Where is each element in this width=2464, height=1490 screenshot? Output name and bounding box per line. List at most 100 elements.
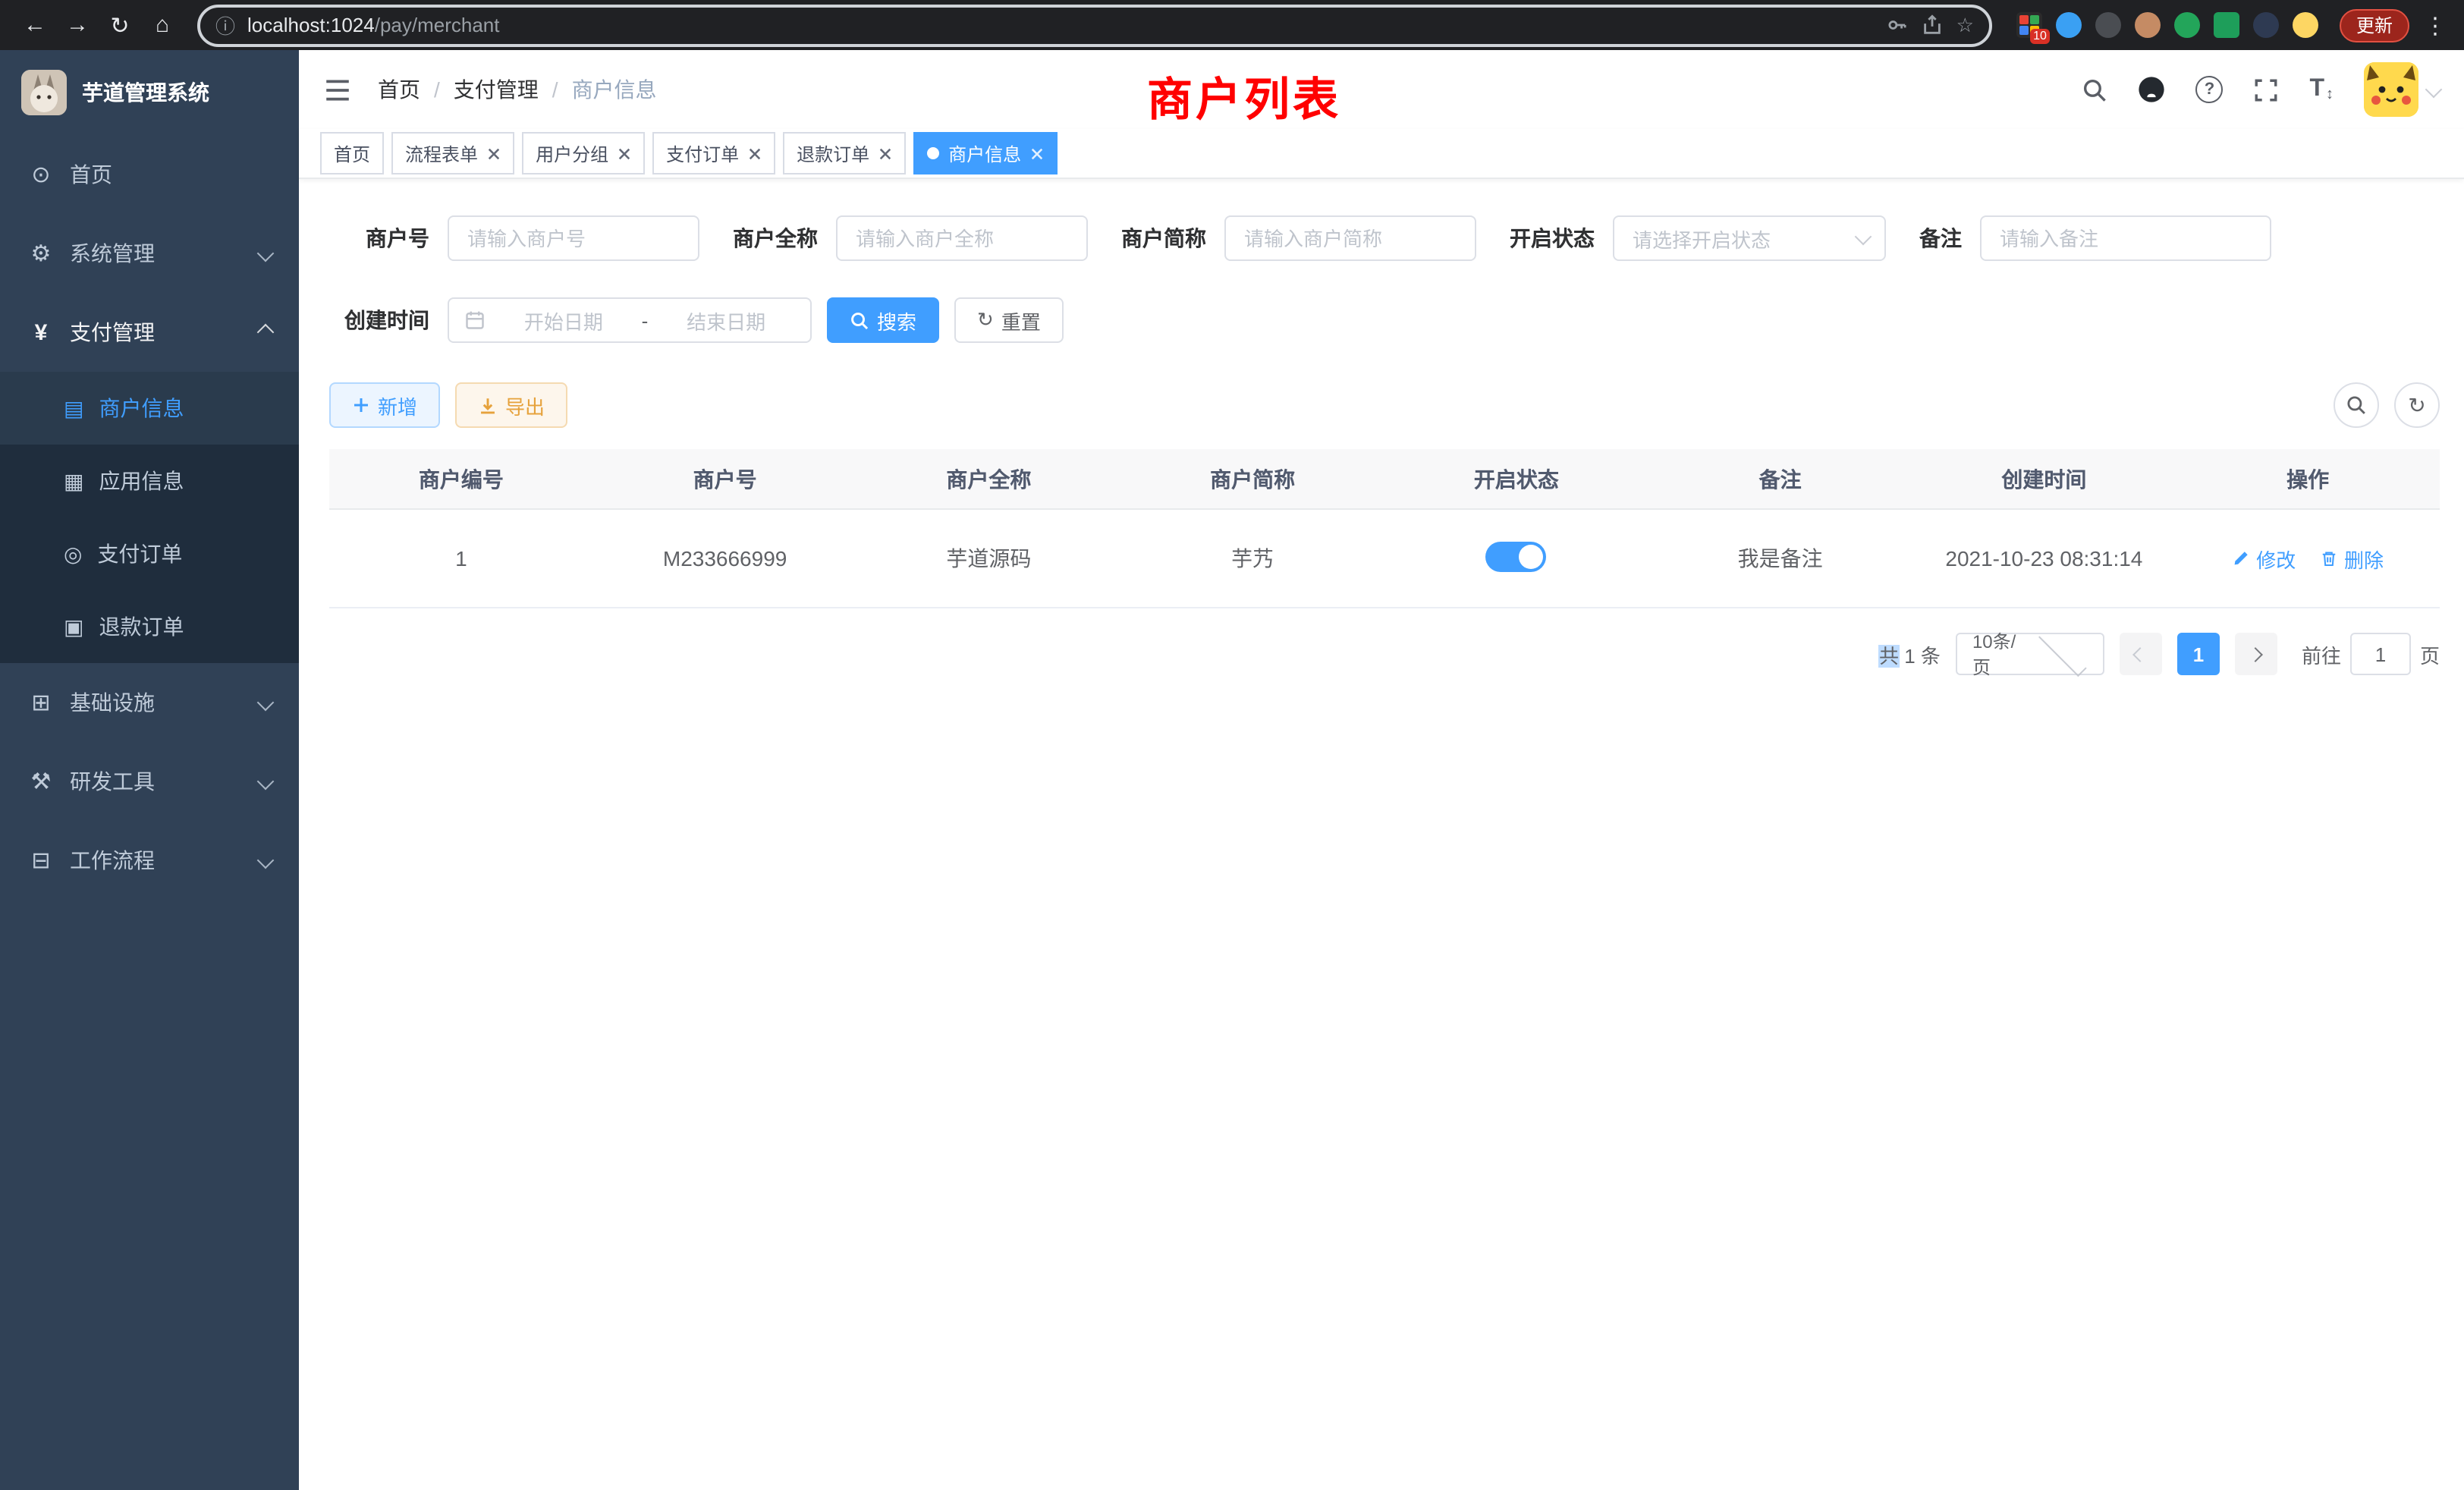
url-text[interactable]: localhost:1024/pay/merchant (247, 14, 499, 36)
extension-green-circle-icon[interactable] (2174, 12, 2200, 38)
close-tab-icon[interactable] (1030, 146, 1044, 160)
close-tab-icon[interactable] (748, 146, 762, 160)
delete-link[interactable]: 删除 (2320, 544, 2384, 573)
cell-short-name: 芋艿 (1120, 509, 1384, 608)
tab-merchant-info[interactable]: 商户信息 (913, 132, 1058, 174)
sidebar-item-merchant-info[interactable]: ▤ 商户信息 (0, 372, 299, 445)
logo[interactable]: 芋道管理系统 (0, 50, 299, 135)
merchant-short-input[interactable] (1224, 215, 1476, 261)
merchant-name-input[interactable] (836, 215, 1088, 261)
chevron-down-icon (2039, 628, 2087, 676)
col-merchant-id: 商户编号 (329, 449, 593, 509)
search-button[interactable]: 搜索 (827, 297, 939, 343)
tools-icon: ⚒ (27, 768, 55, 795)
next-page-button[interactable] (2235, 633, 2277, 675)
sidebar-item-pay-order[interactable]: ◎ 支付订单 (0, 517, 299, 590)
add-button[interactable]: 新增 (329, 382, 440, 428)
back-icon[interactable]: ← (15, 5, 55, 45)
extension-blue-icon[interactable] (2056, 12, 2082, 38)
filter-merchant-name: 商户全称 (733, 215, 1088, 261)
goto-label: 前往 (2302, 640, 2341, 668)
tab-pay-order[interactable]: 支付订单 (652, 132, 775, 174)
breadcrumb: 首页 / 支付管理 / 商户信息 (378, 74, 657, 105)
edit-link[interactable]: 修改 (2232, 544, 2296, 573)
page-number-1[interactable]: 1 (2177, 633, 2220, 675)
breadcrumb-separator: / (434, 77, 440, 102)
page-size-select[interactable]: 10条/页 (1956, 633, 2104, 675)
user-avatar[interactable] (2364, 62, 2440, 117)
filter-row-2: 创建时间 开始日期 - 结束日期 (329, 297, 2440, 343)
share-icon[interactable] (1922, 14, 1944, 36)
bookmark-star-icon[interactable]: ☆ (1956, 13, 1974, 37)
merchant-no-input[interactable] (448, 215, 699, 261)
filter-create-time: 创建时间 开始日期 - 结束日期 (329, 297, 812, 343)
sidebar-item-home[interactable]: ⊙ 首页 (0, 135, 299, 214)
tab-process-form[interactable]: 流程表单 (391, 132, 514, 174)
tab-home[interactable]: 首页 (320, 132, 384, 174)
browser-update-button[interactable]: 更新 (2340, 8, 2409, 42)
filter-merchant-short: 商户简称 (1121, 215, 1476, 261)
search-icon[interactable] (2082, 77, 2107, 102)
extension-dark-icon[interactable] (2095, 12, 2121, 38)
date-separator: - (642, 309, 649, 332)
tab-user-group[interactable]: 用户分组 (522, 132, 645, 174)
chevron-up-icon (257, 324, 275, 341)
prev-page-button[interactable] (2120, 633, 2162, 675)
fullscreen-icon[interactable] (2253, 77, 2279, 102)
cell-merchant-id: 1 (329, 509, 593, 608)
sidebar-item-infra[interactable]: ⊞ 基础设施 (0, 663, 299, 742)
reset-button[interactable]: ↻ 重置 (954, 297, 1064, 343)
export-button[interactable]: 导出 (455, 382, 567, 428)
breadcrumb-payment[interactable]: 支付管理 (454, 74, 539, 105)
extension-avatar-icon[interactable] (2135, 12, 2161, 38)
help-icon[interactable]: ? (2195, 76, 2223, 103)
status-toggle[interactable] (1486, 541, 1547, 571)
sidebar-item-refund-order[interactable]: ▣ 退款订单 (0, 590, 299, 663)
extension-grid-icon[interactable]: 10 (2016, 12, 2042, 38)
pagination: 共 1 条 10条/页 1 前往 页 (329, 633, 2440, 675)
filter-merchant-no: 商户号 (329, 215, 699, 261)
avatar-image (2364, 62, 2418, 117)
show-search-icon[interactable] (2334, 382, 2379, 428)
cell-remark: 我是备注 (1648, 509, 1912, 608)
cell-create-time: 2021-10-23 08:31:14 (1912, 509, 2176, 608)
sidebar-item-workflow[interactable]: ⊟ 工作流程 (0, 821, 299, 900)
grid-icon: ▦ (64, 468, 83, 494)
font-size-icon[interactable]: T↕ (2309, 76, 2334, 103)
cell-full-name: 芋道源码 (857, 509, 1121, 608)
home-icon[interactable]: ⌂ (143, 5, 182, 45)
address-bar[interactable]: ⓘ localhost:1024/pay/merchant ☆ (197, 4, 1992, 46)
dashboard-icon: ⊙ (27, 161, 55, 188)
cell-merchant-no: M233666999 (593, 509, 857, 608)
site-info-icon[interactable]: ⓘ (215, 11, 235, 39)
start-date-placeholder: 开始日期 (495, 306, 633, 335)
sidebar-item-app-info[interactable]: ▦ 应用信息 (0, 445, 299, 517)
reload-icon[interactable]: ↻ (100, 5, 140, 45)
github-icon[interactable] (2138, 76, 2165, 103)
page-content: 商户号 商户全称 商户简称 开启状态 请选择开启状态 (299, 179, 2464, 1490)
hamburger-icon[interactable] (323, 74, 354, 105)
close-tab-icon[interactable] (487, 146, 501, 160)
filter-remark: 备注 (1919, 215, 2271, 261)
sidebar-item-devtools[interactable]: ⚒ 研发工具 (0, 742, 299, 821)
remark-input[interactable] (1980, 215, 2271, 261)
tab-refund-order[interactable]: 退款订单 (783, 132, 906, 174)
cell-status (1384, 509, 1648, 608)
status-select[interactable]: 请选择开启状态 (1613, 215, 1886, 261)
close-tab-icon[interactable] (878, 146, 892, 160)
password-key-icon[interactable] (1887, 14, 1909, 36)
extension-emoji-icon[interactable] (2293, 12, 2318, 38)
refresh-table-icon[interactable]: ↻ (2394, 382, 2440, 428)
breadcrumb-home[interactable]: 首页 (378, 74, 420, 105)
goto-page-input[interactable] (2350, 633, 2411, 675)
date-range-picker[interactable]: 开始日期 - 结束日期 (448, 297, 812, 343)
browser-menu-icon[interactable]: ⋮ (2422, 11, 2449, 39)
remark-label: 备注 (1919, 223, 1980, 253)
close-tab-icon[interactable] (618, 146, 631, 160)
forward-icon[interactable]: → (58, 5, 97, 45)
sidebar-item-system[interactable]: ⚙ 系统管理 (0, 214, 299, 293)
extension-puzzle-icon[interactable] (2253, 12, 2279, 38)
breadcrumb-merchant: 商户信息 (572, 74, 657, 105)
extension-sheet-icon[interactable] (2214, 12, 2239, 38)
sidebar-item-payment[interactable]: ¥ 支付管理 (0, 293, 299, 372)
